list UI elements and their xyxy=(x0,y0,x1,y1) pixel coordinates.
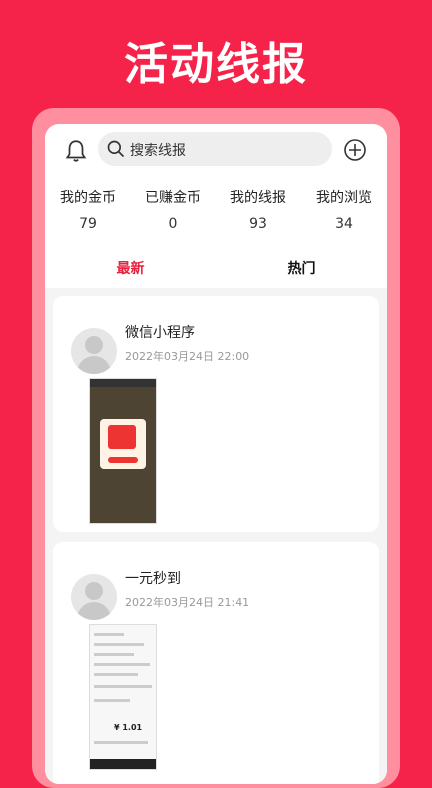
feed-card[interactable]: 一元秒到 2022年03月24日 21:41 ¥ 1.01 xyxy=(53,542,379,784)
card-title: 微信小程序 xyxy=(125,325,195,341)
tab-latest[interactable]: 最新 xyxy=(45,258,216,278)
stat-my-coins[interactable]: 我的金币 79 xyxy=(45,188,131,232)
avatar xyxy=(71,328,117,374)
stat-my-reports[interactable]: 我的线报 93 xyxy=(215,188,301,232)
stat-label: 我的浏览 xyxy=(316,190,372,206)
feed-card[interactable]: 微信小程序 2022年03月24日 22:00 xyxy=(53,296,379,532)
stat-value: 0 xyxy=(168,216,178,232)
plus-circle-icon[interactable] xyxy=(343,138,367,162)
stat-label: 已赚金币 xyxy=(145,190,201,206)
card-time: 2022年03月24日 22:00 xyxy=(125,350,250,363)
top-bar: 搜索线报 xyxy=(45,124,387,180)
stats-row: 我的金币 79 已赚金币 0 我的线报 93 我的浏览 34 xyxy=(45,188,387,232)
stat-label: 我的金币 xyxy=(60,190,116,206)
card-title: 一元秒到 xyxy=(125,571,181,587)
stat-value: 93 xyxy=(249,216,267,232)
app-screen: 搜索线报 我的金币 79 已赚金币 0 我的线报 93 我的浏览 34 最新 热… xyxy=(45,124,387,784)
stat-value: 79 xyxy=(79,216,97,232)
avatar xyxy=(71,574,117,620)
search-icon xyxy=(107,140,125,158)
search-input[interactable]: 搜索线报 xyxy=(98,132,332,166)
stat-earned-coins[interactable]: 已赚金币 0 xyxy=(130,188,216,232)
card-screenshot-thumbnail[interactable] xyxy=(89,378,157,524)
search-placeholder: 搜索线报 xyxy=(130,143,186,159)
bell-icon[interactable] xyxy=(63,138,89,164)
thumbnail-amount: ¥ 1.01 xyxy=(114,723,143,732)
feed-list: 微信小程序 2022年03月24日 22:00 一元秒到 2022年03月24日… xyxy=(45,288,387,784)
card-screenshot-thumbnail[interactable]: ¥ 1.01 xyxy=(89,624,157,770)
tab-bar: 最新 热门 xyxy=(45,258,387,282)
stat-value: 34 xyxy=(335,216,353,232)
stat-my-views[interactable]: 我的浏览 34 xyxy=(301,188,387,232)
stat-label: 我的线报 xyxy=(230,190,286,206)
banner-title: 活动线报 xyxy=(124,39,308,90)
tab-hot[interactable]: 热门 xyxy=(216,258,387,278)
card-time: 2022年03月24日 21:41 xyxy=(125,596,250,609)
